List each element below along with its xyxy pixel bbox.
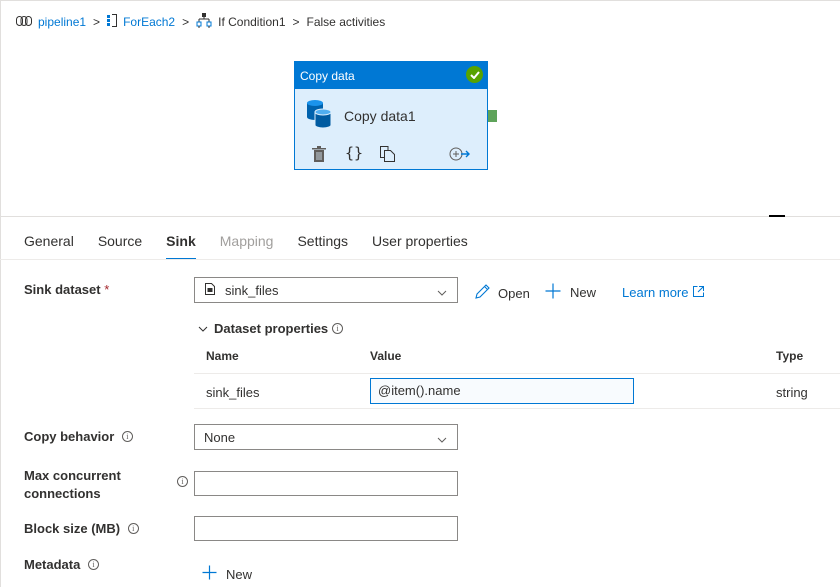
- tab-mapping: Mapping: [219, 233, 274, 249]
- breadcrumb-if-condition1[interactable]: If Condition1: [218, 15, 285, 29]
- tab-source[interactable]: Source: [98, 223, 142, 258]
- activity-header: Copy data: [295, 62, 487, 89]
- breadcrumb-pipeline1[interactable]: pipeline1: [38, 15, 86, 29]
- param-type: string: [776, 385, 808, 400]
- dataset-properties-toggle[interactable]: Dataset properties i: [198, 321, 344, 336]
- activity-name: Copy data1: [344, 107, 416, 124]
- breadcrumb-foreach2[interactable]: ForEach2: [123, 15, 175, 29]
- plus-icon: [545, 283, 561, 302]
- top-border: [0, 0, 840, 1]
- sink-dataset-label: Sink dataset *: [24, 282, 110, 297]
- table-header-divider: [194, 373, 840, 374]
- panel-splitter: [0, 216, 840, 217]
- info-icon[interactable]: i: [127, 523, 139, 534]
- breadcrumb-separator: >: [93, 15, 101, 29]
- breadcrumb-separator: >: [182, 15, 190, 29]
- copy-data-activity[interactable]: Copy data Copy data1 {}: [294, 61, 488, 170]
- copy-behavior-label: Copy behavior i: [24, 429, 133, 444]
- info-icon[interactable]: i: [332, 323, 344, 334]
- sink-dataset-value: sink_files: [225, 282, 279, 298]
- column-header-type: Type: [776, 349, 804, 363]
- foreach-icon: [107, 14, 118, 30]
- metadata-label: Metadata i: [24, 557, 99, 572]
- block-size-input[interactable]: [194, 516, 458, 541]
- column-header-value: Value: [370, 349, 402, 363]
- learn-more-link[interactable]: Learn more: [622, 285, 705, 300]
- copy-behavior-select[interactable]: None: [194, 424, 458, 450]
- if-condition-icon: [196, 13, 212, 31]
- plus-icon: [202, 565, 217, 583]
- pencil-icon: [474, 283, 491, 303]
- sink-dataset-select[interactable]: sink_files: [194, 277, 458, 303]
- properties-tabs: General Source Sink Mapping Settings Use…: [24, 223, 492, 260]
- add-output-icon[interactable]: [449, 147, 471, 164]
- info-icon[interactable]: i: [87, 559, 99, 570]
- pipeline-icon: [16, 15, 32, 29]
- success-check-icon: [466, 66, 483, 83]
- column-header-name: Name: [206, 349, 239, 363]
- max-concurrent-connections-input[interactable]: [194, 471, 458, 496]
- tab-settings[interactable]: Settings: [297, 223, 348, 258]
- delete-icon[interactable]: [312, 146, 326, 165]
- chevron-down-icon: [198, 321, 208, 336]
- param-name: sink_files: [206, 385, 260, 400]
- required-marker: *: [104, 282, 110, 297]
- clone-icon[interactable]: [380, 146, 395, 165]
- output-connector[interactable]: [488, 110, 497, 122]
- open-dataset-button[interactable]: Open: [474, 283, 530, 303]
- left-border: [0, 0, 1, 587]
- chevron-down-icon: [437, 432, 447, 447]
- tab-general[interactable]: General: [24, 223, 74, 258]
- tabs-divider: [0, 259, 840, 260]
- param-value-input[interactable]: @item().name: [370, 378, 634, 404]
- copy-behavior-value: None: [204, 429, 236, 445]
- block-size-label: Block size (MB) i: [24, 521, 139, 536]
- code-icon[interactable]: {}: [345, 144, 363, 162]
- chevron-down-icon: [437, 285, 447, 300]
- copy-data-icon: [306, 100, 332, 131]
- breadcrumb: pipeline1 > ForEach2 > If Condition1 > F…: [16, 13, 385, 31]
- splitter-handle[interactable]: [769, 215, 785, 217]
- dataset-file-icon: [205, 282, 215, 298]
- max-concurrent-connections-label: Max concurrent connections: [24, 468, 121, 501]
- tab-user-properties[interactable]: User properties: [372, 223, 468, 258]
- breadcrumb-false-activities: False activities: [306, 15, 386, 29]
- activity-type-label: Copy data: [300, 68, 355, 83]
- info-icon[interactable]: i: [177, 476, 188, 487]
- activity-actions: {}: [312, 144, 472, 166]
- breadcrumb-separator: >: [292, 15, 300, 29]
- activity-body: Copy data1: [306, 100, 416, 131]
- info-icon[interactable]: i: [121, 431, 133, 442]
- new-dataset-button[interactable]: New: [545, 283, 596, 302]
- external-link-icon: [693, 285, 705, 300]
- add-metadata-button[interactable]: New: [202, 565, 252, 583]
- tab-sink[interactable]: Sink: [166, 223, 196, 260]
- table-row-divider: [194, 408, 840, 409]
